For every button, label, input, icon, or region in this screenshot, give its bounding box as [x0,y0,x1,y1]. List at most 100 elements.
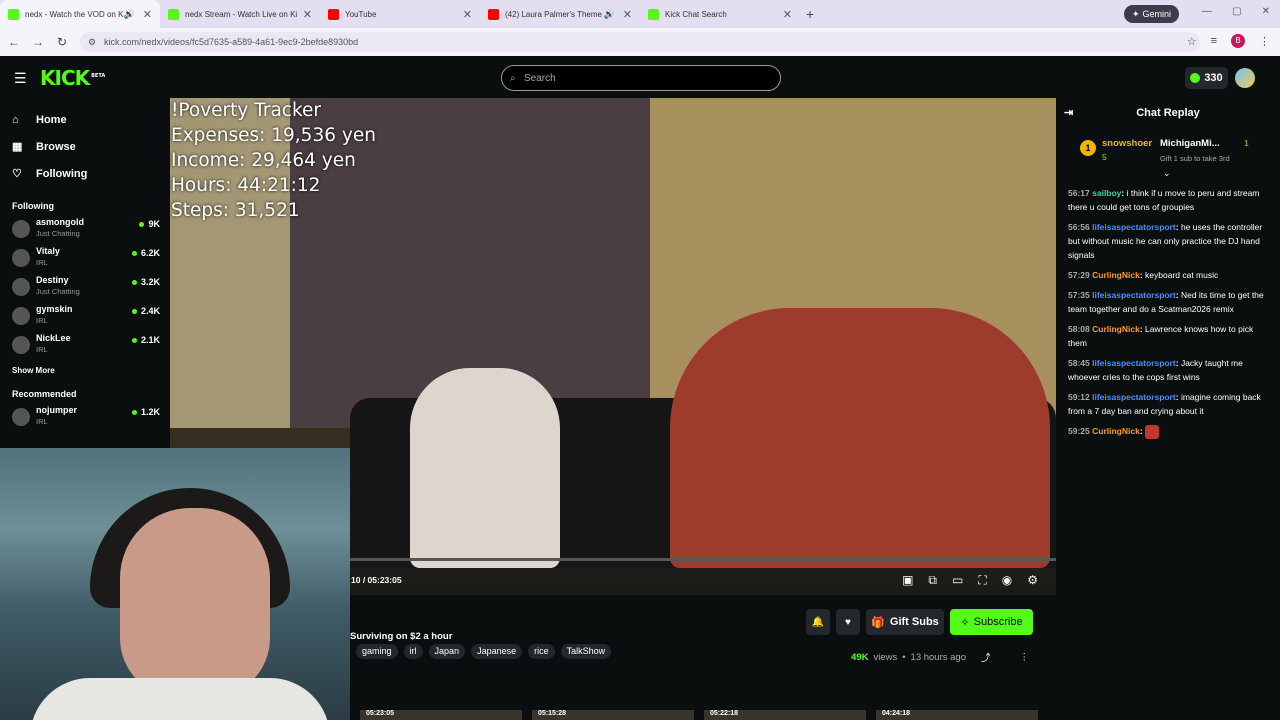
back-icon[interactable]: ← [4,35,24,49]
miniplayer-icon[interactable]: ▣ [902,573,913,588]
chat-panel: ⇥ Chat Replay 1 snowshoer 5 MichiganMi..… [1056,98,1280,720]
message-user[interactable]: lifeisaspectatorsport [1092,358,1176,368]
tab-audio-icon[interactable]: 🔊 [604,9,615,20]
following-icon: ♡ [12,168,22,180]
channel-item[interactable]: Vitaly IRL 6.2K [0,244,170,273]
new-tab-icon[interactable]: + [806,6,814,22]
vod-thumbnail[interactable]: 05:22:18 [704,710,866,720]
video-progress-bar[interactable] [350,558,1056,561]
leaderboard-user[interactable]: MichiganMi... [1160,138,1220,149]
message-time: 58:08 [1068,324,1090,334]
channel-item[interactable]: nojumper IRL 1.2K [0,403,170,432]
tab-close-icon[interactable]: ✕ [623,8,632,21]
viewer-count: 6.2K [132,248,160,258]
leaderboard-user[interactable]: snowshoer [1102,138,1152,149]
channel-item[interactable]: Destiny Just Chatting 3.2K [0,273,170,302]
tab-close-icon[interactable]: ✕ [303,8,312,21]
video-scene-person [670,308,1050,568]
browser-tab[interactable]: nedx Stream - Watch Live on Ki ✕ [160,0,320,28]
profile-avatar[interactable]: B [1231,34,1245,48]
tab-close-icon[interactable]: ✕ [463,8,472,21]
message-user[interactable]: lifeisaspectatorsport [1092,392,1176,402]
vod-duration: 05:15:28 [538,710,567,717]
overlay-line: Hours: 44:21:12 [171,175,321,196]
star-icon: ✧ [960,616,970,629]
kicks-icon [1190,73,1201,83]
gemini-button[interactable]: ✦ Gemini [1124,5,1179,23]
video-title: Surviving on $2 a hour [350,631,453,642]
clip-icon[interactable]: ⧉ [928,573,937,588]
channel-category: IRL [36,417,48,426]
share-icon[interactable]: ⤴ [981,650,991,664]
browser-menu-icon[interactable]: ⋮ [1259,35,1270,48]
tab-audio-icon[interactable]: 🔊 [124,9,135,20]
tab-close-icon[interactable]: ✕ [783,8,792,21]
browser-tab[interactable]: nedx - Watch the VOD on Ki 🔊 ✕ [0,0,160,28]
message-user[interactable]: lifeisaspectatorsport [1092,290,1176,300]
vod-duration: 05:22:18 [710,710,739,717]
search-input[interactable]: ⌕ Search [501,65,781,91]
chat-message: 58:08 CurlingNick: Lawrence knows how to… [1068,324,1254,348]
sidebar-item-following[interactable]: ♡ Following [0,160,170,187]
channel-item[interactable]: NickLee IRL 2.1K [0,331,170,360]
forward-icon[interactable]: → [28,35,48,49]
tag-chip[interactable]: Japanese [471,644,523,659]
reading-list-icon[interactable]: ≡ [1211,35,1217,47]
tag-chip[interactable]: gaming [356,644,398,659]
follow-heart-button[interactable]: ♥ [836,609,860,635]
url-field[interactable]: ⚙ kick.com/nedx/videos/fc5d7635-a589-4a6… [80,32,1200,52]
message-user[interactable]: CurlingNick [1092,426,1140,436]
tag-chip[interactable]: TalkShow [560,644,612,659]
sidebar-item-home[interactable]: ⌂ Home [0,106,170,133]
channel-item[interactable]: gymskin IRL 2.4K [0,302,170,331]
message-user[interactable]: sailboy [1092,188,1121,198]
tag-chip[interactable]: irl [403,644,423,659]
settings-gear-icon[interactable]: ⚙ [1027,573,1038,588]
collapse-chat-icon[interactable]: ⇥ [1064,98,1073,128]
close-window-icon[interactable]: ✕ [1262,6,1270,17]
theater-mode-icon[interactable]: ▭ [952,573,963,588]
autoplay-icon[interactable]: ◉ [1002,573,1012,588]
tab-favicon-icon [488,8,499,20]
fullscreen-icon[interactable]: ⛶ [978,573,986,588]
browser-tab[interactable]: YouTube ✕ [320,0,480,28]
browser-tab[interactable]: Kick Chat Search ✕ [640,0,800,28]
kick-logo[interactable]: KICK BETA [40,66,105,90]
more-options-icon[interactable]: ⋮ [1020,652,1030,663]
reload-icon[interactable]: ↻ [52,35,72,49]
user-avatar[interactable] [1235,68,1255,88]
vod-thumbnail[interactable]: 04:24:18 [876,710,1038,720]
channel-category: Just Chatting [36,229,80,238]
tag-list: gaming irl Japan Japanese rice TalkShow [356,644,612,659]
tag-chip[interactable]: rice [528,644,555,659]
show-more-link[interactable]: Show More [0,366,170,375]
vod-thumbnail[interactable]: 05:23:05 [360,710,522,720]
avatar [12,336,30,354]
menu-icon[interactable]: ☰ [14,70,27,87]
bookmark-star-icon[interactable]: ☆ [1187,35,1197,48]
message-user[interactable]: lifeisaspectatorsport [1092,222,1176,232]
tag-chip[interactable]: Japan [428,644,466,659]
maximize-icon[interactable]: ▢ [1232,6,1241,17]
notification-bell-button[interactable]: 🔔 [806,609,830,635]
sidebar-item-browse[interactable]: ▦ Browse [0,133,170,160]
tab-close-icon[interactable]: ✕ [143,8,152,21]
browser-tab[interactable]: (42) Laura Palmer's Theme 🔊 ✕ [480,0,640,28]
gift-prompt[interactable]: Gift 1 sub to take 3rd [1160,154,1230,163]
emote-icon [1145,424,1160,439]
subscribe-button[interactable]: ✧ Subscribe [950,609,1033,635]
vod-thumbnail[interactable]: 05:15:28 [532,710,694,720]
channel-item[interactable]: asmongold Just Chatting 9K [0,215,170,244]
message-time: 59:25 [1068,426,1090,436]
message-user[interactable]: CurlingNick [1092,270,1140,280]
chat-message: 59:25 CurlingNick: [1068,424,1270,439]
overlay-line: Income: 29,464 yen [171,150,356,171]
message-user[interactable]: CurlingNick [1092,324,1140,334]
gift-subs-button[interactable]: 🎁 Gift Subs [866,609,944,635]
kicks-balance[interactable]: 330 [1185,67,1228,89]
chat-messages: 56:17 sailboy: i think if u move to peru… [1056,176,1280,439]
site-info-icon[interactable]: ⚙ [88,37,96,48]
minimize-icon[interactable]: — [1202,6,1212,17]
expand-leaderboard-icon[interactable]: ⌄ [1163,168,1171,179]
webcam-person-face [120,508,270,698]
